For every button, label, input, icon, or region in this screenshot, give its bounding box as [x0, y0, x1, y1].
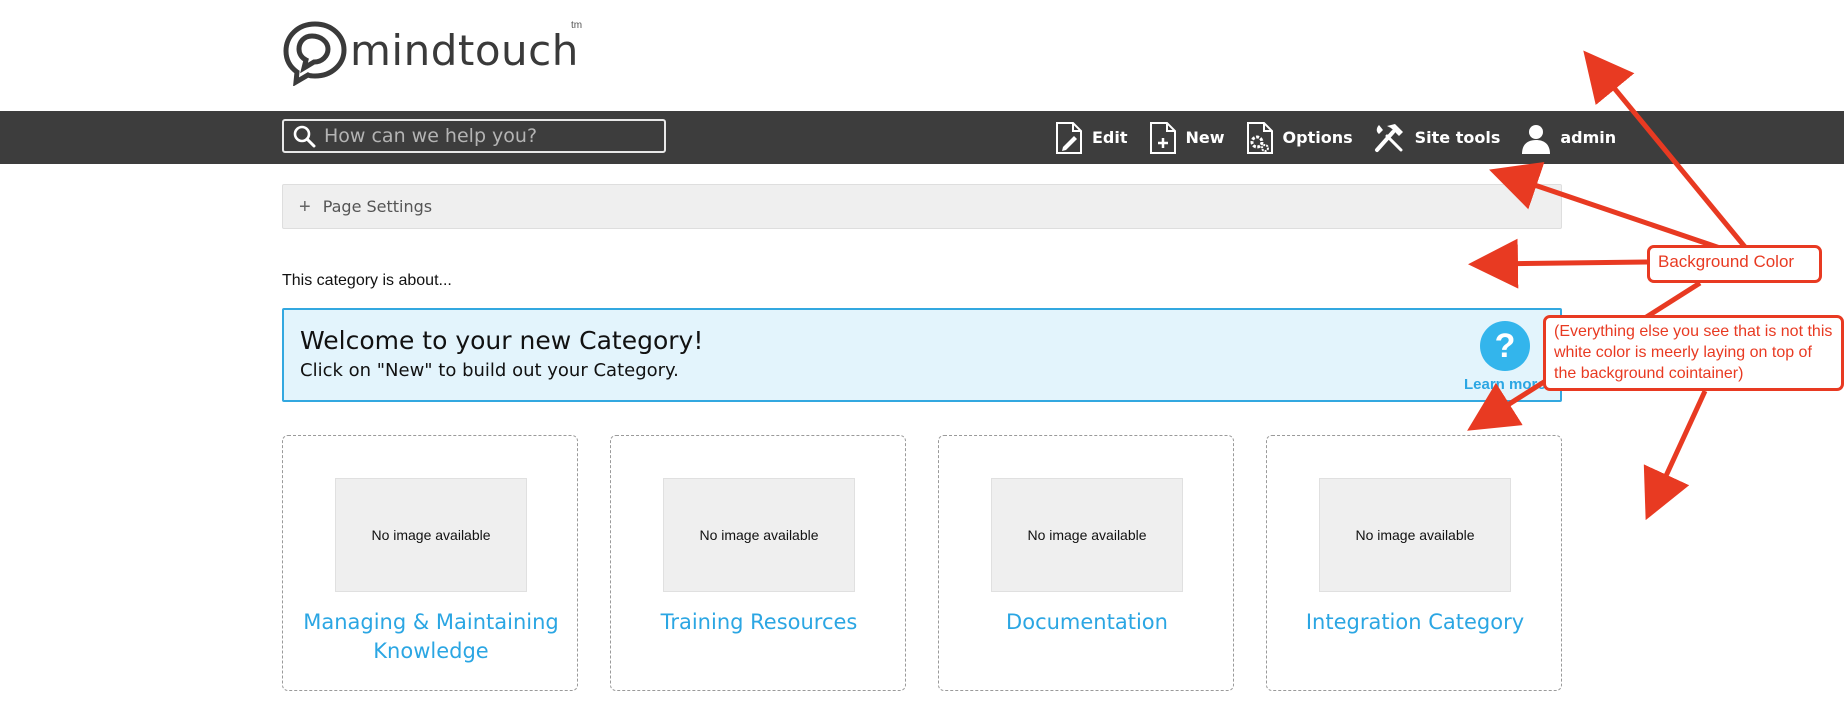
annotation-background-color: Background Color	[1647, 245, 1822, 283]
card-title-link[interactable]: Training Resources	[621, 608, 897, 637]
trademark-mark: tm	[571, 20, 583, 31]
card-image-placeholder: No image available	[335, 478, 527, 592]
user-label: admin	[1560, 128, 1617, 147]
category-description: This category is about...	[282, 272, 452, 289]
new-page-icon	[1149, 121, 1176, 154]
options-button[interactable]: Options	[1245, 121, 1353, 155]
logo-text: mindtouch	[350, 25, 579, 75]
card-image-placeholder: No image available	[663, 478, 855, 592]
search-box[interactable]	[282, 119, 666, 153]
search-icon	[293, 125, 316, 148]
card-title-link[interactable]: Integration Category	[1277, 608, 1553, 637]
new-button[interactable]: New	[1148, 121, 1225, 155]
plus-icon: +	[299, 195, 311, 218]
card-image-placeholder: No image available	[991, 478, 1183, 592]
welcome-title: Welcome to your new Category!	[300, 326, 704, 355]
nav-menu: Edit New Options Site tools admin	[1054, 111, 1636, 164]
site-tools-label: Site tools	[1414, 128, 1501, 147]
category-card[interactable]: No image available Training Resources	[610, 435, 906, 691]
page-settings-toggle[interactable]: + Page Settings	[282, 184, 1562, 229]
page-settings-label: Page Settings	[322, 197, 433, 216]
help-icon[interactable]: ?	[1480, 321, 1530, 371]
learn-more-link[interactable]: Learn more	[1464, 376, 1546, 393]
user-menu-button[interactable]: admin	[1520, 122, 1616, 154]
edit-button[interactable]: Edit	[1054, 121, 1128, 155]
mindtouch-logo[interactable]: mindtouch	[282, 20, 579, 86]
annotation-note: (Everything else you see that is not thi…	[1543, 315, 1844, 391]
site-tools-button[interactable]: Site tools	[1373, 122, 1501, 154]
card-title-link[interactable]: Documentation	[949, 608, 1225, 637]
category-card[interactable]: No image available Managing & Maintainin…	[282, 435, 578, 691]
user-icon	[1522, 124, 1551, 154]
edit-label: Edit	[1092, 128, 1128, 147]
options-gear-page-icon	[1246, 121, 1273, 154]
options-label: Options	[1282, 128, 1353, 147]
search-input[interactable]	[324, 125, 644, 147]
welcome-banner: Welcome to your new Category! Click on "…	[282, 308, 1562, 402]
category-card[interactable]: No image available Documentation	[938, 435, 1234, 691]
tools-icon	[1374, 123, 1403, 152]
card-title-link[interactable]: Managing & Maintaining Knowledge	[293, 608, 569, 666]
new-label: New	[1185, 128, 1225, 147]
mindtouch-logo-icon	[283, 21, 347, 86]
edit-page-icon	[1056, 121, 1082, 154]
category-card[interactable]: No image available Integration Category	[1266, 435, 1562, 691]
top-navbar: Edit New Options	[0, 111, 1844, 164]
welcome-subtitle: Click on "New" to build out your Categor…	[300, 360, 679, 381]
card-image-placeholder: No image available	[1319, 478, 1511, 592]
